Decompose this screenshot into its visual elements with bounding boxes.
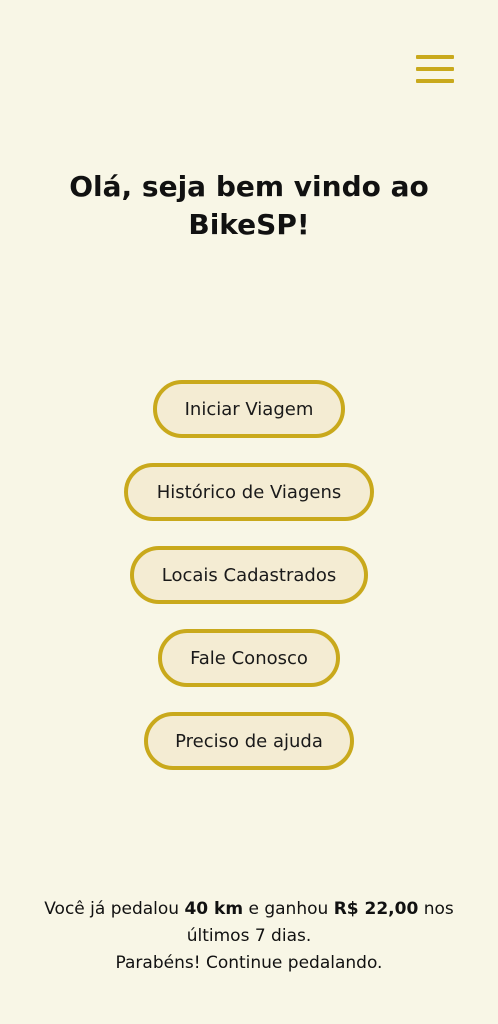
menu-bar-middle bbox=[416, 67, 454, 71]
weekly-summary: Você já pedalou 40 km e ganhou R$ 22,00 … bbox=[20, 896, 478, 977]
summary-earnings: R$ 22,00 bbox=[333, 899, 419, 919]
trip-history-button[interactable]: Histórico de Viagens bbox=[124, 463, 374, 521]
need-help-button[interactable]: Preciso de ajuda bbox=[144, 712, 354, 770]
saved-locations-button[interactable]: Locais Cadastrados bbox=[130, 546, 368, 604]
summary-prefix: Você já pedalou bbox=[44, 899, 185, 919]
welcome-title: Olá, seja bem vindo ao BikeSP! bbox=[69, 170, 429, 241]
summary-congrats: Parabéns! Continue pedalando. bbox=[115, 953, 383, 973]
contact-us-button[interactable]: Fale Conosco bbox=[158, 629, 340, 687]
summary-middle: e ganhou bbox=[243, 899, 334, 919]
menu-bar-top bbox=[416, 55, 454, 59]
menu-bar-bottom bbox=[416, 79, 454, 83]
summary-distance: 40 km bbox=[184, 899, 244, 919]
hamburger-menu-icon[interactable] bbox=[416, 55, 454, 83]
main-menu: Iniciar Viagem Histórico de Viagens Loca… bbox=[0, 380, 498, 795]
start-trip-button[interactable]: Iniciar Viagem bbox=[153, 380, 345, 438]
